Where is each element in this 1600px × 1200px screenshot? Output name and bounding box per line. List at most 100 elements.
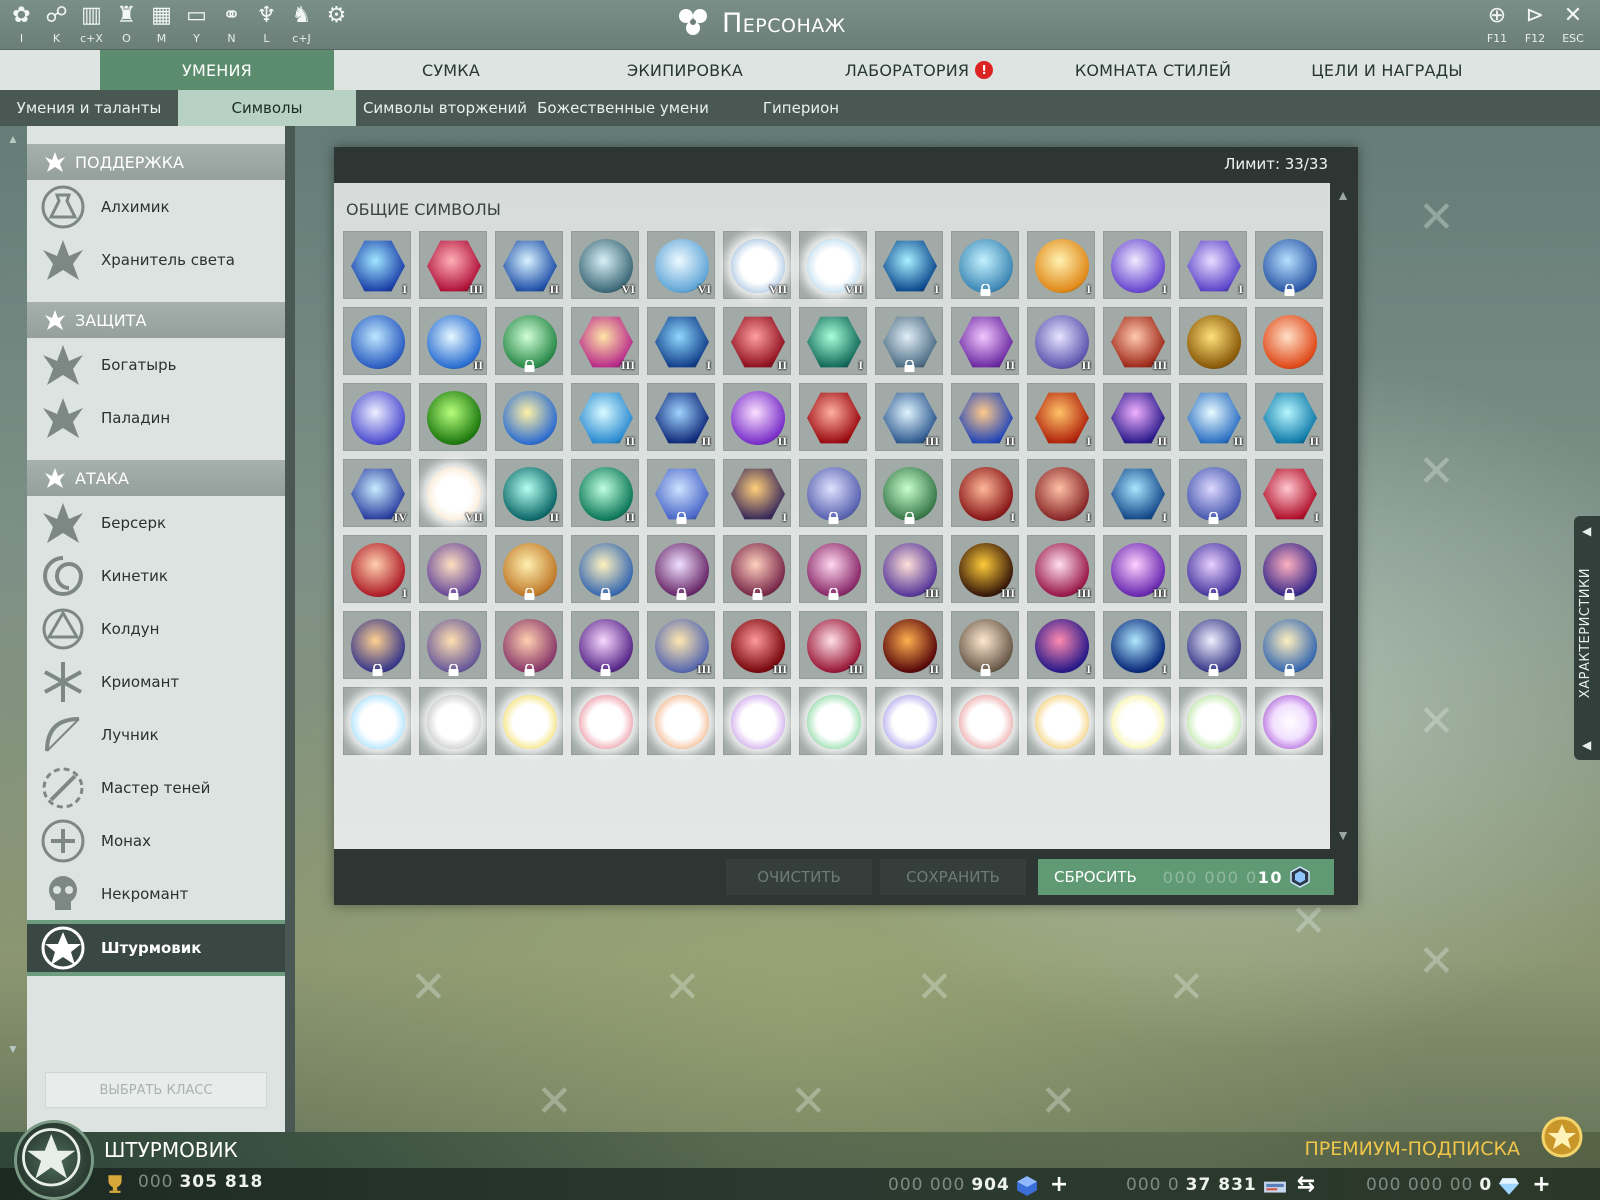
class-item[interactable]: Колдун [27, 602, 285, 655]
symbol-slot[interactable]: II [571, 459, 639, 527]
symbol-slot[interactable] [647, 459, 715, 527]
symbol-slot[interactable] [571, 535, 639, 603]
chevron-left-icon[interactable]: ◀ [1582, 738, 1591, 752]
characteristics-tab[interactable]: ◀ Характеристики ◀ [1574, 516, 1600, 760]
symbol-slot[interactable]: III [571, 307, 639, 375]
symbol-slot[interactable]: IV [343, 459, 411, 527]
chevron-left-icon[interactable]: ◀ [1582, 524, 1591, 538]
symbol-slot[interactable] [875, 459, 943, 527]
symbol-slot[interactable] [647, 687, 715, 755]
symbol-slot[interactable] [343, 687, 411, 755]
class-item[interactable]: Криомант [27, 655, 285, 708]
symbol-slot[interactable]: I [1103, 611, 1171, 679]
premium-link[interactable]: Премиум-подписка [1304, 1138, 1520, 1160]
save-button[interactable]: Сохранить [880, 859, 1026, 895]
symbol-slot[interactable]: II [723, 383, 791, 451]
toolbar-button[interactable]: ♆ L [249, 2, 284, 48]
main-tab[interactable]: Лаборатория! [802, 50, 1036, 90]
reset-button[interactable]: Сбросить 000 000 010 [1038, 859, 1334, 895]
symbol-slot[interactable] [875, 307, 943, 375]
class-item[interactable]: Штурмовик [27, 920, 285, 976]
symbol-slot[interactable] [951, 611, 1019, 679]
symbol-slot[interactable]: II [951, 307, 1019, 375]
symbol-slot[interactable] [1255, 611, 1323, 679]
grid-scroll-up-icon[interactable]: ▲ [1336, 187, 1350, 203]
symbol-slot[interactable] [799, 687, 867, 755]
symbol-slot[interactable] [495, 611, 563, 679]
toolbar-button[interactable]: ▭ Y [179, 2, 214, 48]
symbol-slot[interactable] [571, 611, 639, 679]
symbol-slot[interactable]: II [1027, 307, 1095, 375]
toolbar-button[interactable]: ✕ ESC [1554, 2, 1592, 48]
symbol-slot[interactable]: III [875, 535, 943, 603]
symbol-slot[interactable] [1179, 307, 1247, 375]
symbol-slot[interactable]: I [343, 231, 411, 299]
symbol-slot[interactable]: VII [799, 231, 867, 299]
symbol-slot[interactable] [1103, 687, 1171, 755]
scroll-up-icon[interactable]: ▲ [7, 132, 19, 146]
symbol-slot[interactable]: VII [419, 459, 487, 527]
sub-tab[interactable]: Символы вторжений [356, 90, 534, 126]
toolbar-button[interactable]: ⚙ [319, 2, 354, 48]
class-item[interactable]: Мастер теней [27, 761, 285, 814]
premium-star-icon[interactable] [1540, 1115, 1584, 1159]
symbol-slot[interactable] [495, 383, 563, 451]
class-item[interactable]: Хранитель света [27, 233, 285, 286]
symbol-slot[interactable] [343, 383, 411, 451]
sub-tab[interactable]: Гиперион [712, 90, 890, 126]
symbol-slot[interactable]: I [343, 535, 411, 603]
symbol-slot[interactable]: III [799, 611, 867, 679]
symbol-slot[interactable] [1255, 307, 1323, 375]
class-item[interactable]: Алхимик [27, 180, 285, 233]
sub-tab[interactable]: Символы [178, 90, 356, 126]
symbol-slot[interactable] [1027, 687, 1095, 755]
symbol-slot[interactable]: II [1103, 383, 1171, 451]
symbol-slot[interactable]: II [1179, 383, 1247, 451]
symbol-slot[interactable] [419, 535, 487, 603]
class-item[interactable]: Монах [27, 814, 285, 867]
symbol-slot[interactable]: I [1027, 231, 1095, 299]
symbol-slot[interactable] [419, 687, 487, 755]
symbol-slot[interactable]: VI [647, 231, 715, 299]
symbol-slot[interactable]: II [647, 383, 715, 451]
symbol-slot[interactable]: III [723, 611, 791, 679]
symbol-slot[interactable]: III [1027, 535, 1095, 603]
toolbar-button[interactable]: ♞ c+J [284, 2, 319, 48]
class-avatar[interactable] [14, 1120, 94, 1200]
symbol-slot[interactable] [343, 307, 411, 375]
symbol-slot[interactable] [419, 611, 487, 679]
class-item[interactable]: Паладин [27, 391, 285, 444]
symbol-slot[interactable]: I [1179, 231, 1247, 299]
add-currency-icon[interactable]: + [1532, 1172, 1551, 1197]
toolbar-button[interactable]: ⊕ F11 [1478, 2, 1516, 48]
symbol-slot[interactable]: I [951, 459, 1019, 527]
symbol-slot[interactable]: II [875, 611, 943, 679]
symbol-slot[interactable] [495, 535, 563, 603]
toolbar-button[interactable]: ⊳ F12 [1516, 2, 1554, 48]
toolbar-button[interactable]: ⚭ N [214, 2, 249, 48]
symbol-slot[interactable] [1255, 687, 1323, 755]
symbol-slot[interactable] [495, 687, 563, 755]
symbol-slot[interactable]: II [571, 383, 639, 451]
symbol-slot[interactable]: VI [571, 231, 639, 299]
symbol-slot[interactable] [1179, 687, 1247, 755]
symbol-slot[interactable]: VII [723, 231, 791, 299]
symbol-slot[interactable] [723, 687, 791, 755]
add-currency-icon[interactable]: + [1050, 1172, 1069, 1197]
main-tab[interactable]: Умения [100, 50, 334, 90]
symbol-slot[interactable] [799, 383, 867, 451]
main-tab[interactable]: Сумка [334, 50, 568, 90]
symbol-slot[interactable] [951, 687, 1019, 755]
symbol-slot[interactable]: I [1027, 383, 1095, 451]
class-item[interactable]: Берсерк [27, 496, 285, 549]
sidebar-scrollbar[interactable]: ▲ ▼ [0, 126, 26, 1132]
symbol-slot[interactable]: III [419, 231, 487, 299]
main-tab[interactable]: Комната стилей [1036, 50, 1270, 90]
symbol-slot[interactable]: I [1027, 459, 1095, 527]
symbol-slot[interactable]: II [951, 383, 1019, 451]
symbol-slot[interactable] [799, 535, 867, 603]
symbol-slot[interactable]: III [647, 611, 715, 679]
symbol-slot[interactable]: I [1255, 459, 1323, 527]
toolbar-button[interactable]: ♜ O [109, 2, 144, 48]
symbol-slot[interactable] [1179, 611, 1247, 679]
